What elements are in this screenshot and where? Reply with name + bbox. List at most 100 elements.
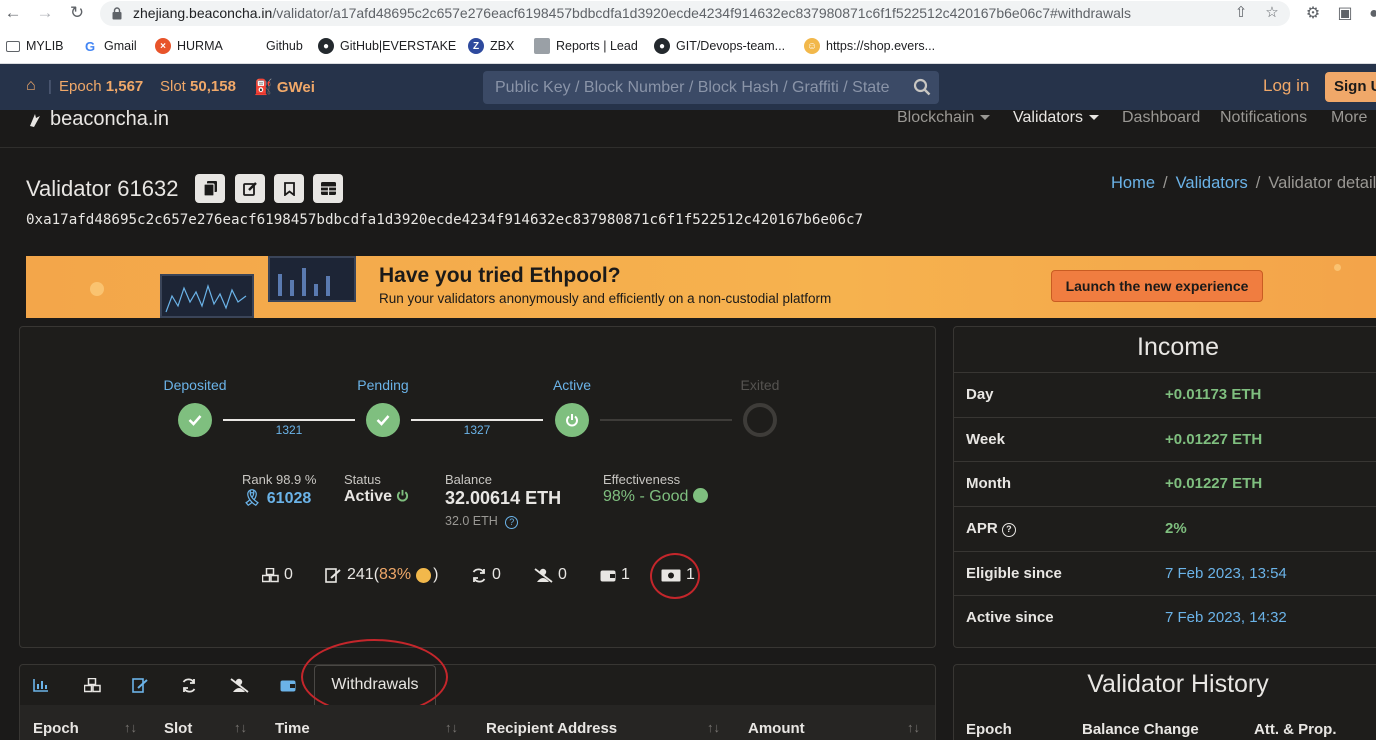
slashings-counter[interactable]: 0 [534,565,567,585]
gas-stat[interactable]: ⛽ GWei [254,78,315,96]
breadcrumb-validators[interactable]: Validators [1176,174,1248,192]
tab-slashings[interactable] [229,675,249,695]
bookmark-shop[interactable]: ☺ https://shop.evers... [804,37,935,55]
epochs-to-pending: 1321 [275,423,303,437]
tab-deposits[interactable] [278,675,298,695]
income-title: Income [1137,333,1219,361]
edit-button[interactable] [235,174,265,203]
income-row-apr: APR ? 2% [953,506,1376,551]
sort-icon[interactable]: ↑↓ [124,720,137,735]
proposals-counter[interactable]: 0 [262,565,293,585]
login-link[interactable]: Log in [1263,76,1309,96]
sort-icon[interactable]: ↑↓ [234,720,247,735]
bookmark-mylib[interactable]: MYLIB [6,37,64,55]
status-label: Status [344,472,381,487]
bookmark-gmail[interactable]: G Gmail [82,37,137,55]
history-column-att-prop[interactable]: Att. & Prop. [1254,721,1337,738]
validator-pubkey: 0xa17afd48695c2c657e276eacf6198457bdbcdf… [26,212,864,228]
bookmark-label: Github [266,39,303,53]
site-nav: beaconcha.in Blockchain Validators Dashb… [0,108,1376,148]
help-icon[interactable]: ? [1001,523,1016,537]
income-row-active: Active since 7 Feb 2023, 14:32 [953,595,1376,640]
column-epoch[interactable]: Epoch [33,720,79,737]
wallet-icon [280,680,296,691]
column-amount[interactable]: Amount [748,720,805,737]
zbx-icon: Z [468,38,484,54]
nav-blockchain[interactable]: Blockchain [897,109,991,127]
ethpool-banner[interactable]: Have you tried Ethpool? Run your validat… [26,256,1376,318]
chart-bar-icon [33,679,48,692]
smiley-icon: ☺ [804,38,820,54]
income-label: APR [966,520,998,537]
logo-text: beaconcha.in [50,108,169,130]
profile-icon[interactable]: ● [1364,4,1376,24]
signup-button[interactable]: Sign Up [1325,72,1376,102]
address-bar[interactable]: zhejiang.beaconcha.in/validator/a17afd48… [100,1,1290,26]
extensions-icon[interactable]: ⚙ [1303,4,1323,24]
attestations-counter[interactable]: 241(83%) [325,565,438,585]
sidepanel-icon[interactable]: ▣ [1335,4,1355,24]
stage-label-exited: Exited [740,377,780,393]
nav-more[interactable]: More [1331,109,1367,127]
sync-counter[interactable]: 0 [471,565,501,585]
tab-proposals[interactable] [82,675,102,695]
bookmark-zbx[interactable]: Z ZBX [468,37,514,55]
google-icon: G [84,38,96,54]
deposits-counter[interactable]: 1 [600,565,630,585]
folder-icon [6,40,20,52]
column-recipient[interactable]: Recipient Address [486,720,617,737]
bookmark-git-devops[interactable]: ● GIT/Devops-team... [654,37,785,55]
table-button[interactable] [313,174,343,203]
tab-sync[interactable] [179,675,199,695]
help-icon[interactable]: ? [505,516,519,529]
bookmark-label: Reports | Lead [556,39,638,53]
status-text: Active [344,488,393,505]
income-value[interactable]: 7 Feb 2023, 13:54 [1165,565,1287,582]
income-label: Eligible since [966,565,1062,582]
column-slot[interactable]: Slot [164,720,192,737]
income-value[interactable]: 7 Feb 2023, 14:32 [1165,609,1287,626]
bookmark-reports[interactable]: Reports | Lead [534,37,638,55]
github-icon: ● [318,38,334,54]
share-icon[interactable]: ⇧ [1231,3,1251,23]
nav-notifications[interactable]: Notifications [1220,109,1307,127]
nav-dashboard[interactable]: Dashboard [1122,109,1200,127]
bookmark-github-everstake[interactable]: ● GitHub|EVERSTAKE [318,37,456,55]
reload-icon[interactable]: ↻ [66,2,88,24]
nav-validators[interactable]: Validators [1013,109,1099,127]
bookmark-button[interactable] [274,174,304,203]
search-input[interactable] [483,71,907,104]
stage-connector [600,419,732,421]
breadcrumb-home[interactable]: Home [1111,174,1155,192]
column-time[interactable]: Time [275,720,310,737]
sort-icon[interactable]: ↑↓ [907,720,920,735]
sync-icon [182,677,196,693]
tab-chart[interactable] [31,675,51,695]
copy-button[interactable] [195,174,225,203]
tab-attestations[interactable] [130,675,150,695]
sort-icon[interactable]: ↑↓ [445,720,458,735]
bookmark-hurma[interactable]: × HURMA [155,37,223,55]
site-logo[interactable]: beaconcha.in [28,108,169,131]
github-icon: ● [654,38,670,54]
income-row-day: Day +0.01173 ETH [953,372,1376,417]
banner-text: Run your validators anonymously and effi… [379,291,832,306]
income-value: 2% [1165,520,1187,537]
sort-icon[interactable]: ↑↓ [707,720,720,735]
home-icon[interactable]: ⌂ [26,77,36,95]
launch-button[interactable]: Launch the new experience [1051,270,1263,302]
epoch-stat[interactable]: Epoch 1,567 [59,78,143,95]
history-column-balance[interactable]: Balance Change [1082,721,1199,738]
search-icon[interactable] [913,78,931,96]
forward-icon[interactable]: → [34,2,56,24]
medal-icon: 🎗 [242,490,263,507]
history-column-epoch[interactable]: Epoch [966,721,1012,738]
effective-balance-text: 32.0 ETH [445,514,498,528]
star-icon[interactable]: ☆ [1262,3,1282,23]
back-icon[interactable]: ← [2,2,24,24]
rank-value[interactable]: 🎗 61028 [242,488,311,508]
gas-pump-icon: ⛽ [254,79,273,96]
slot-stat[interactable]: Slot 50,158 [160,78,236,95]
bookmark-github[interactable]: Github [244,37,303,55]
url-text: zhejiang.beaconcha.in/validator/a17afd48… [133,5,1131,21]
